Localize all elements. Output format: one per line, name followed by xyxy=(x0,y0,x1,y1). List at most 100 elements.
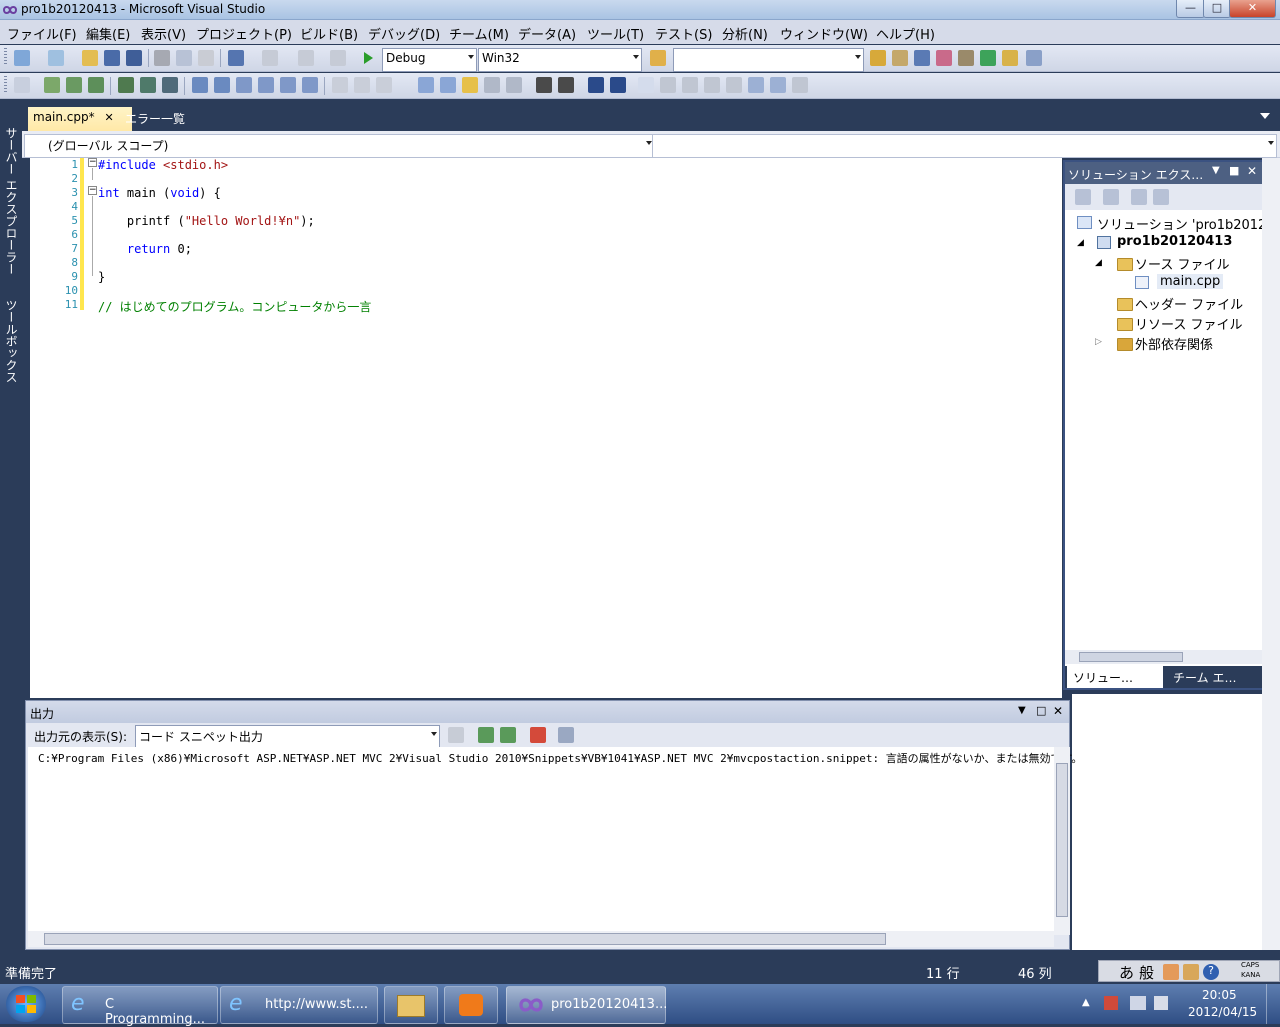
taskbar-visual-studio[interactable]: pro1b20120413... xyxy=(506,986,667,1024)
code-line[interactable]: } xyxy=(98,270,105,284)
find-message-icon[interactable] xyxy=(448,727,464,743)
close-icon[interactable]: ✕ xyxy=(1247,164,1257,178)
code-line[interactable]: printf ("Hello World!¥n"); xyxy=(98,214,315,228)
ime-conversion[interactable]: 般 xyxy=(1139,962,1154,983)
toggle-word-wrap-icon[interactable] xyxy=(558,727,574,743)
previous-location-icon[interactable] xyxy=(748,77,764,93)
menu-file[interactable]: ファイル(F) xyxy=(7,24,77,43)
expand-triangle-icon[interactable]: ◢ xyxy=(1095,258,1102,268)
tree-main-cpp[interactable]: main.cpp xyxy=(1157,274,1224,289)
next-message-icon[interactable] xyxy=(500,727,516,743)
comment-selection-icon[interactable] xyxy=(588,77,604,93)
volume-icon[interactable] xyxy=(1154,996,1168,1010)
complete-word-icon[interactable] xyxy=(88,77,104,93)
properties-icon[interactable] xyxy=(1075,189,1091,205)
extension-manager-icon[interactable] xyxy=(958,50,974,66)
next-comment-icon[interactable] xyxy=(704,77,720,93)
code-line[interactable]: #include <stdio.h> xyxy=(98,158,228,172)
tab-team-explorer[interactable]: チーム エ… xyxy=(1167,666,1263,688)
indent-icon[interactable] xyxy=(214,77,230,93)
toolbar-grip[interactable] xyxy=(4,48,7,66)
close-icon[interactable]: ✕ xyxy=(1053,704,1063,718)
copy-icon[interactable] xyxy=(176,50,192,66)
properties-icon[interactable] xyxy=(892,50,908,66)
start-button[interactable] xyxy=(6,986,46,1022)
taskbar-ie-c-programming[interactable]: e C Programming... xyxy=(62,986,218,1027)
collapse-triangle-icon[interactable]: ▷ xyxy=(1095,337,1102,347)
save-all-icon[interactable] xyxy=(126,50,142,66)
maximize-button[interactable]: □ xyxy=(1203,0,1231,18)
menu-project[interactable]: プロジェクト(P) xyxy=(196,24,292,43)
server-explorer-tab[interactable]: サーバー エクスプローラー xyxy=(3,127,20,275)
clock-date[interactable]: 2012/04/15 xyxy=(1188,1005,1257,1019)
next-location-icon[interactable] xyxy=(770,77,786,93)
menu-analyze[interactable]: 分析(N) xyxy=(722,24,768,43)
ime-mode[interactable]: あ xyxy=(1119,962,1134,983)
navigate-forward-icon[interactable] xyxy=(330,50,346,66)
menu-window[interactable]: ウィンドウ(W) xyxy=(780,24,868,43)
menu-data[interactable]: データ(A) xyxy=(518,24,576,43)
show-desktop-button[interactable] xyxy=(1266,984,1280,1024)
uncomment-selection-icon[interactable] xyxy=(610,77,626,93)
outdent-icon[interactable] xyxy=(192,77,208,93)
find-in-files-icon[interactable] xyxy=(650,50,666,66)
toolbox-tab[interactable]: ツールボックス xyxy=(3,299,20,383)
save-icon[interactable] xyxy=(104,50,120,66)
ime-tools-icon[interactable] xyxy=(1183,964,1199,980)
scope-select[interactable]: (グローバル スコープ) xyxy=(24,134,655,158)
previous-comment-icon[interactable] xyxy=(682,77,698,93)
object-browser-icon[interactable] xyxy=(914,50,930,66)
output-horizontal-scrollbar[interactable] xyxy=(28,931,1054,947)
expand-triangle-icon[interactable]: ◢ xyxy=(1077,238,1084,248)
previous-bookmark-icon[interactable] xyxy=(140,77,156,93)
start-debugging-icon[interactable] xyxy=(360,50,376,66)
next-bookmark-icon[interactable] xyxy=(162,77,178,93)
collapse-icon[interactable]: − xyxy=(88,158,97,167)
tree-project[interactable]: pro1b20120413 xyxy=(1117,234,1232,249)
refresh-icon[interactable] xyxy=(1131,189,1147,205)
new-project-icon[interactable] xyxy=(14,50,30,66)
scrollbar-thumb[interactable] xyxy=(44,933,886,945)
show-hidden-icons-icon[interactable]: ▲ xyxy=(1082,997,1090,1008)
other-windows-icon[interactable] xyxy=(1026,50,1042,66)
solution-configuration-select[interactable]: Debug xyxy=(382,48,477,72)
font-size-icon[interactable] xyxy=(484,77,500,93)
collapse-icon[interactable]: − xyxy=(88,186,97,195)
expand-all-icon[interactable] xyxy=(376,77,392,93)
start-page-icon[interactable] xyxy=(980,50,996,66)
cut-icon[interactable] xyxy=(154,50,170,66)
help-icon[interactable]: ? xyxy=(1203,964,1219,980)
previous-message-icon[interactable] xyxy=(478,727,494,743)
add-item-icon[interactable] xyxy=(48,50,64,66)
tree-solution[interactable]: ソリューション 'pro1b201204 xyxy=(1097,214,1280,233)
find-combo[interactable] xyxy=(673,48,864,72)
menu-view[interactable]: 表示(V) xyxy=(141,24,186,43)
paste-icon[interactable] xyxy=(198,50,214,66)
parameter-info-icon[interactable] xyxy=(44,77,60,93)
menu-test[interactable]: テスト(S) xyxy=(655,24,712,43)
undo-icon[interactable] xyxy=(228,50,244,66)
tab-main-cpp[interactable]: main.cpp* ✕ xyxy=(28,107,132,132)
tree-source-files[interactable]: ソース ファイル xyxy=(1135,254,1229,273)
taskbar-explorer[interactable] xyxy=(384,986,438,1024)
menu-edit[interactable]: 編集(E) xyxy=(86,24,130,43)
toggle-bookmark-icon[interactable] xyxy=(118,77,134,93)
class-view-icon[interactable] xyxy=(1002,50,1018,66)
word-wrap-icon[interactable] xyxy=(280,77,296,93)
minimize-button[interactable]: — xyxy=(1176,0,1205,18)
add-comment-icon[interactable] xyxy=(660,77,676,93)
tree-resource-files[interactable]: リソース ファイル xyxy=(1135,314,1242,333)
scrollbar-thumb[interactable] xyxy=(1056,763,1068,917)
navigate-backward-icon[interactable] xyxy=(298,50,314,66)
increase-indent-icon[interactable] xyxy=(558,77,574,93)
format-document-icon[interactable] xyxy=(302,77,318,93)
taskbar-media-player[interactable] xyxy=(444,986,498,1024)
tab-error-list[interactable]: エラー一覧 xyxy=(120,107,210,132)
close-button[interactable]: ✕ xyxy=(1229,0,1276,18)
horizontal-scrollbar[interactable] xyxy=(1065,650,1265,664)
auto-hide-icon[interactable]: ■ xyxy=(1229,164,1239,177)
quick-info-icon[interactable] xyxy=(66,77,82,93)
show-all-files-icon[interactable] xyxy=(1103,189,1119,205)
output-vertical-scrollbar[interactable] xyxy=(1054,747,1070,935)
output-text-area[interactable]: C:¥Program Files (x86)¥Microsoft ASP.NET… xyxy=(28,747,1082,947)
